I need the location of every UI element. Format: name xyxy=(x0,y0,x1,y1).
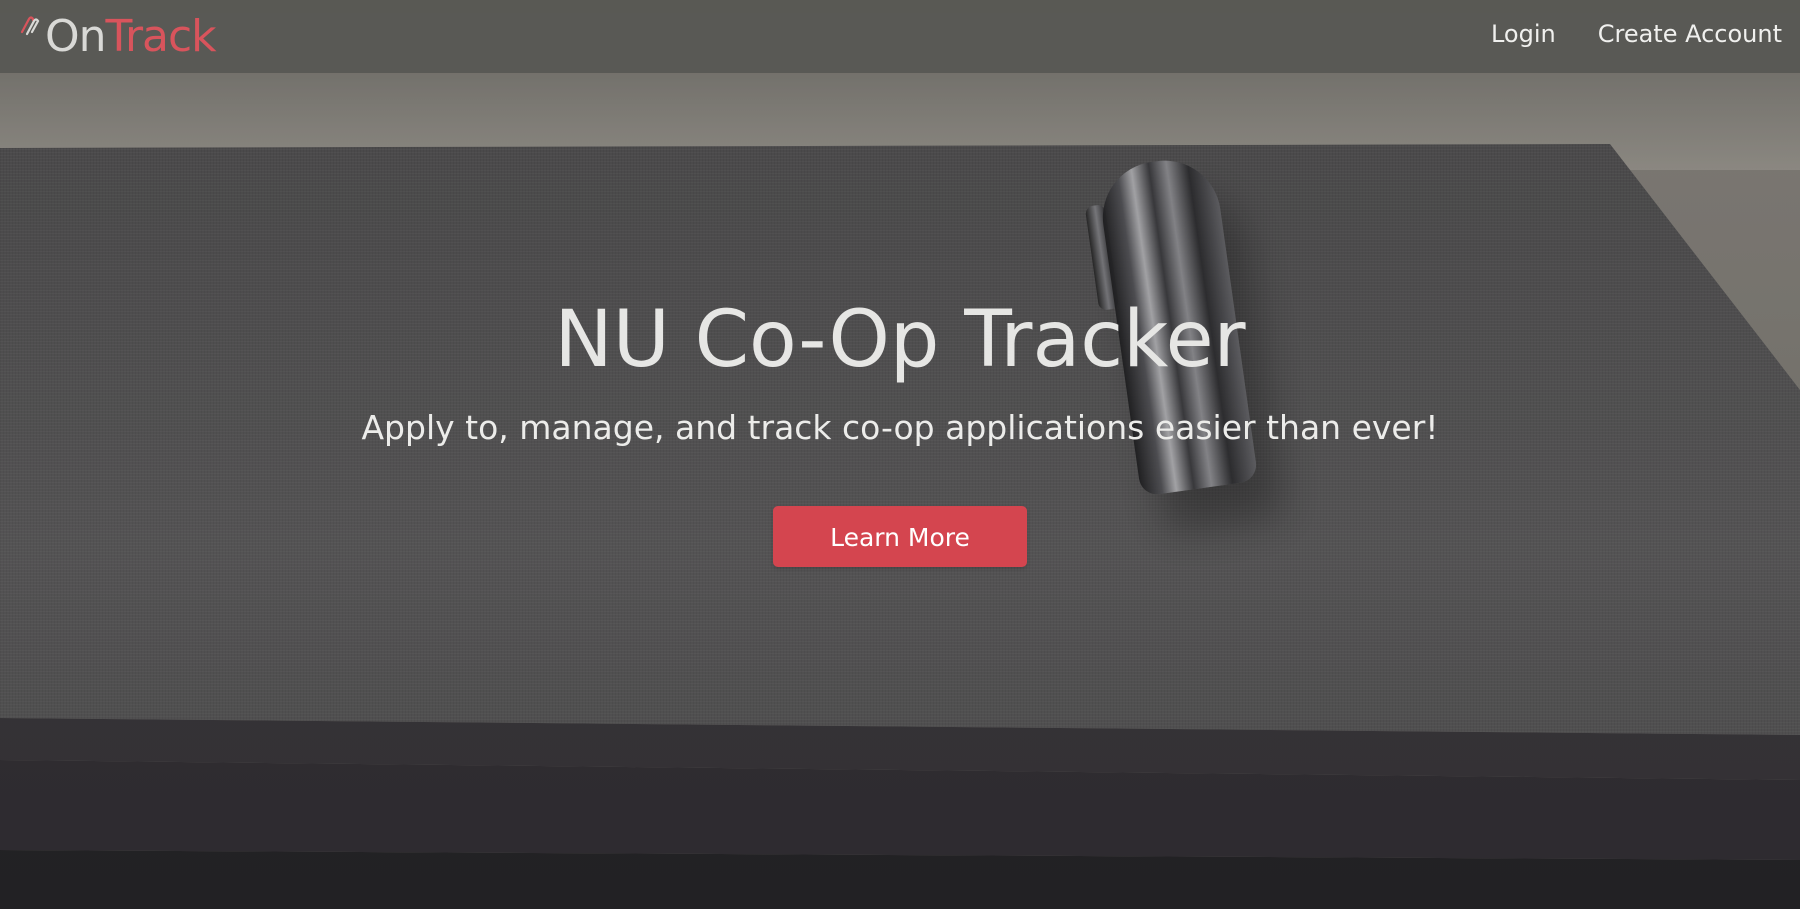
paperclip-logo-icon xyxy=(20,16,40,36)
brand-wordmark: OnTrack xyxy=(45,11,217,62)
brand-wordmark-track: Track xyxy=(105,11,217,62)
navbar: OnTrack Login Create Account xyxy=(0,0,1800,73)
nav-links: Login Create Account xyxy=(1449,0,1782,68)
login-link[interactable]: Login xyxy=(1491,20,1556,48)
hero-content: NU Co-Op Tracker Apply to, manage, and t… xyxy=(0,290,1800,567)
brand-logo[interactable]: OnTrack xyxy=(18,11,217,62)
learn-more-button[interactable]: Learn More xyxy=(773,506,1027,567)
hero-title: NU Co-Op Tracker xyxy=(554,295,1246,385)
hero-subtitle: Apply to, manage, and track co-op applic… xyxy=(361,408,1439,447)
create-account-link[interactable]: Create Account xyxy=(1598,20,1782,48)
brand-wordmark-on: On xyxy=(45,11,107,62)
landing-page: OnTrack Login Create Account NU Co-Op Tr… xyxy=(0,0,1800,909)
